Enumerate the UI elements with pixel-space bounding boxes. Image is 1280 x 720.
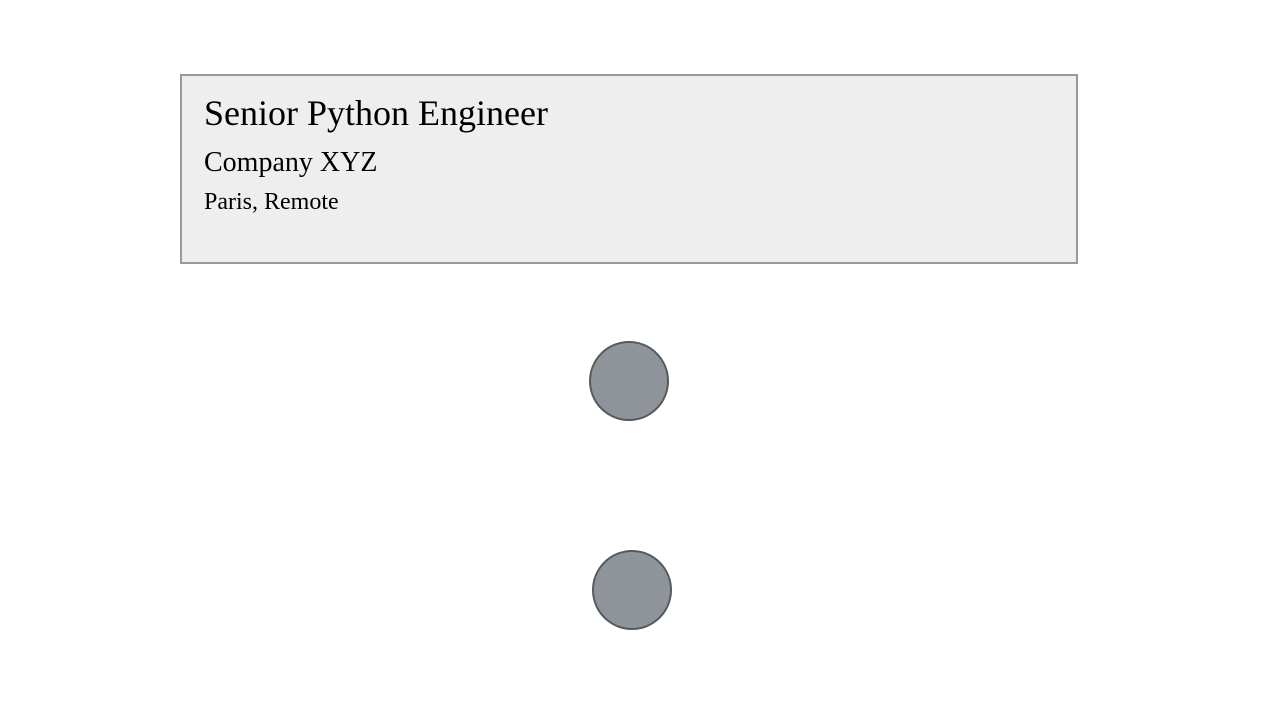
vertical-ellipsis-dot-icon: [592, 550, 672, 630]
job-title: Senior Python Engineer: [204, 90, 1056, 137]
job-company: Company XYZ: [204, 145, 1056, 181]
job-card: Senior Python Engineer Company XYZ Paris…: [180, 74, 1078, 264]
job-location: Paris, Remote: [204, 187, 1056, 218]
vertical-ellipsis-dot-icon: [589, 341, 669, 421]
